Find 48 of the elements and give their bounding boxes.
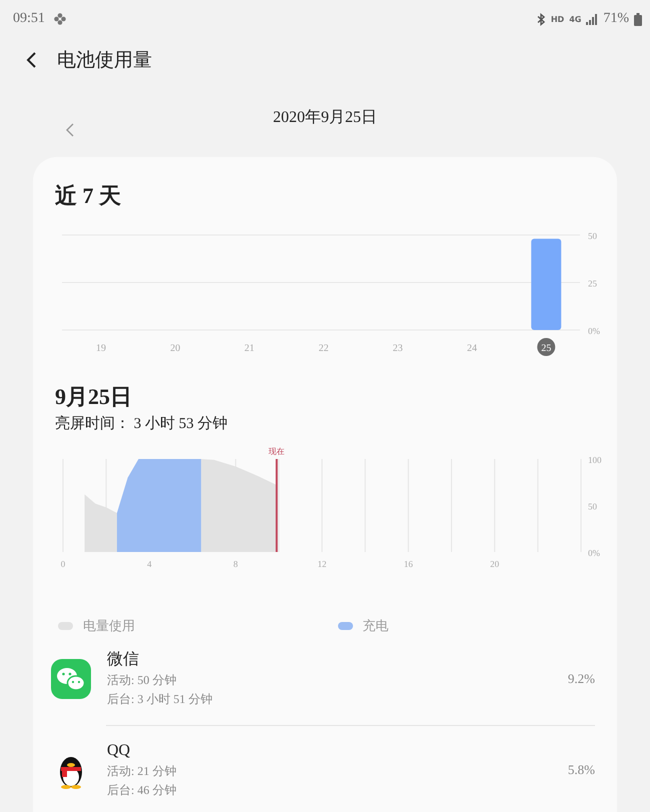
day-label[interactable]: 21 [244, 343, 254, 354]
legend-label: 电量使用 [83, 617, 135, 635]
app-usage-row[interactable]: QQ 活动: 21 分钟 后台: 46 分钟 5.8% [33, 726, 617, 810]
day-label[interactable]: 23 [392, 343, 403, 354]
battery-icon [634, 12, 642, 26]
axis-label: 0% [588, 326, 600, 336]
axis-label: 50 [588, 231, 597, 241]
app-name: 微信 [107, 650, 140, 670]
axis-label: 4 [147, 559, 152, 569]
section-title: 近 7 天 [54, 182, 122, 210]
ref-line-label: 现在 [268, 447, 285, 456]
previous-icon[interactable] [65, 122, 75, 138]
battery-percent: 71% [603, 11, 629, 27]
day-label[interactable]: 20 [170, 343, 180, 354]
day-label[interactable]: 22 [318, 343, 329, 354]
axis-label: 25 [588, 278, 597, 288]
app-name: QQ [107, 741, 132, 761]
network-indicator: HD [550, 14, 564, 24]
page-title: 电池使用量 [57, 49, 152, 73]
legend-label: 充电 [362, 617, 388, 635]
day-label[interactable]: 24 [467, 343, 477, 354]
status-time: 09:51 [13, 11, 45, 27]
usage-percent: 5.8% [568, 762, 595, 778]
usage-percent: 9.2% [568, 671, 595, 687]
screen-time: 亮屏时间： 3 小时 53 分钟 [54, 414, 228, 433]
signal-icon [586, 14, 598, 24]
chat-bubbles-icon [51, 659, 91, 699]
axis-label: 8 [233, 559, 238, 569]
axis-label: 100 [588, 455, 602, 465]
bluetooth-icon [536, 12, 546, 26]
background-time: 后台: 46 分钟 [107, 782, 178, 799]
day-title: 9月25日 [54, 383, 133, 411]
axis-label: 50 [588, 502, 597, 512]
flower-icon [52, 12, 67, 26]
back-icon[interactable] [25, 51, 37, 69]
active-time: 活动: 50 分钟 [107, 672, 178, 689]
axis-label: 0 [60, 559, 66, 569]
background-time: 后台: 3 小时 51 分钟 [107, 691, 214, 708]
app-usage-row[interactable]: 微信 活动: 50 分钟 后台: 3 小时 51 分钟 9.2% [33, 635, 617, 719]
axis-label: 16 [404, 559, 413, 569]
axis-label: 20 [490, 559, 500, 569]
axis-label: 12 [318, 559, 326, 569]
active-time: 活动: 21 分钟 [107, 763, 178, 780]
network-indicator: 4G [569, 14, 582, 24]
day-label[interactable]: 19 [96, 343, 106, 354]
axis-label: 0% [588, 548, 600, 558]
date-title: 2020年9月25日 [273, 108, 377, 128]
day-label[interactable]: 25 [541, 343, 552, 354]
